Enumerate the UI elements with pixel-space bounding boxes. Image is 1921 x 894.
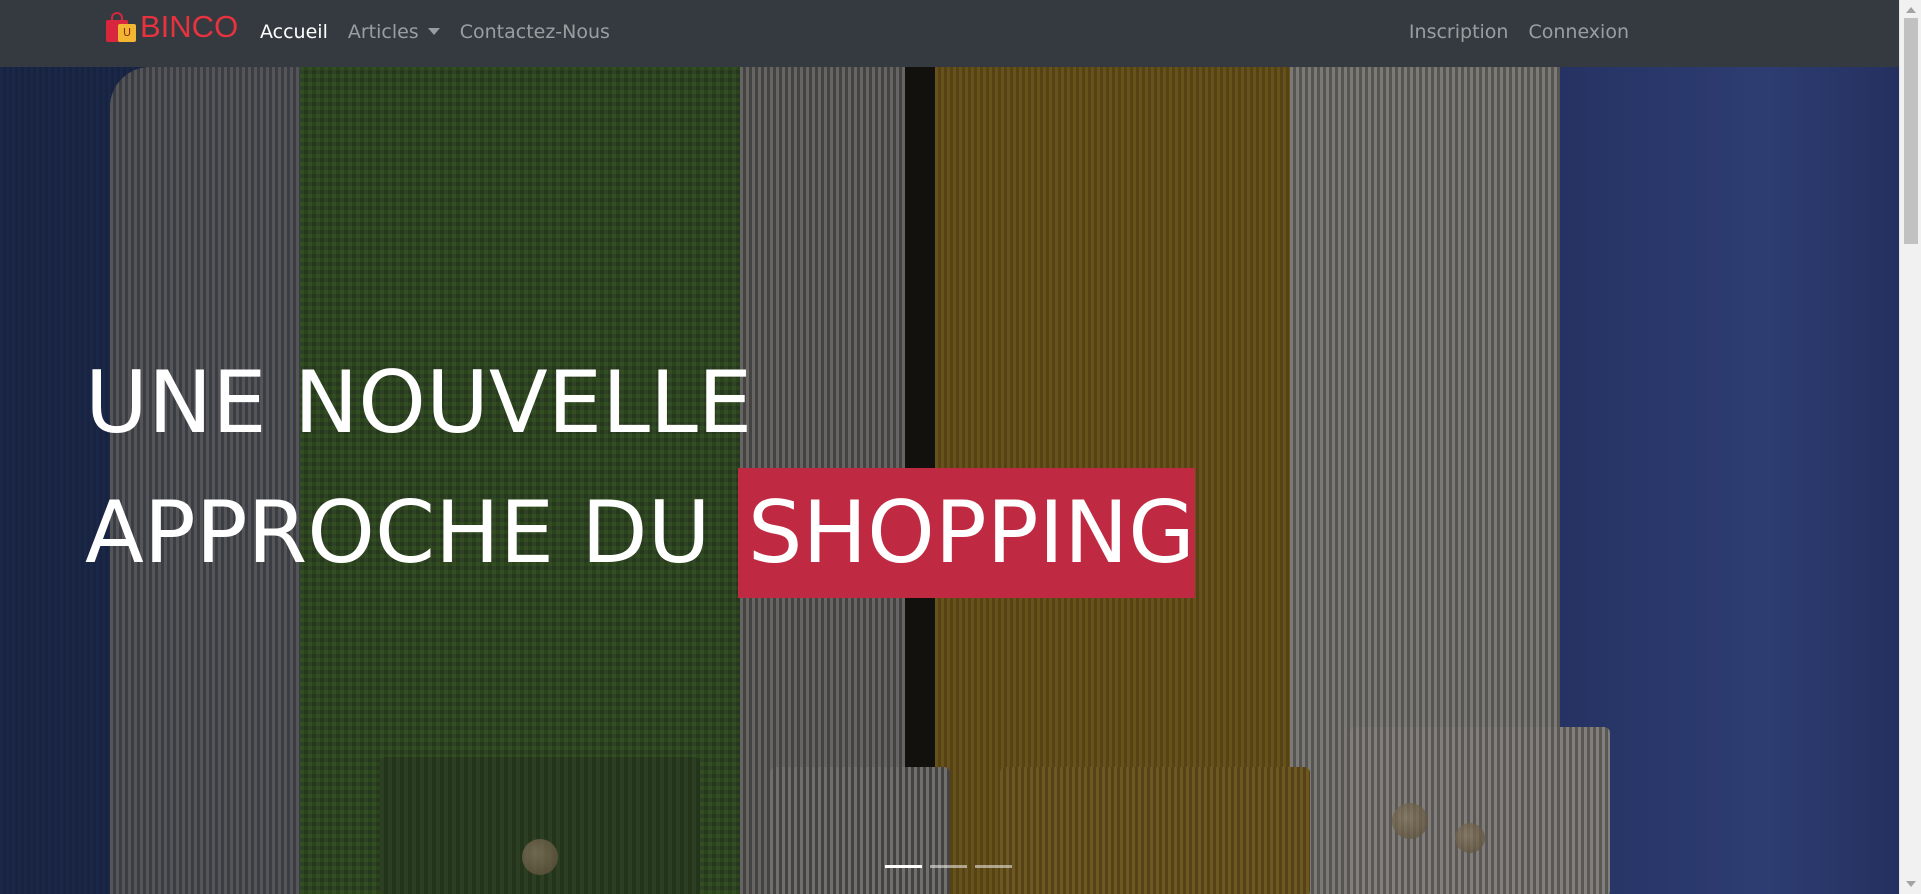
- scrollbar-thumb[interactable]: [1904, 18, 1918, 244]
- nav-link-inscription[interactable]: Inscription: [1399, 13, 1519, 51]
- hero-headline-line2-prefix: APPROCHE DU: [85, 483, 738, 583]
- page: U BINCO Accueil Articles Contactez-Nous …: [0, 0, 1921, 894]
- hero-headline: UNE NOUVELLE APPROCHE DU SHOPPING: [85, 338, 1195, 598]
- carousel-indicator-2[interactable]: [930, 865, 967, 868]
- nav-left-links: Accueil Articles Contactez-Nous: [250, 0, 620, 64]
- shopping-bag-icon: U: [104, 12, 138, 42]
- top-navbar: U BINCO Accueil Articles Contactez-Nous …: [0, 0, 1899, 67]
- brand-name: BINCO: [140, 9, 239, 44]
- scroll-down-arrow-icon[interactable]: [1906, 881, 1916, 887]
- nav-link-contact[interactable]: Contactez-Nous: [450, 13, 620, 51]
- brand-logo[interactable]: U BINCO: [104, 8, 238, 46]
- carousel-indicators: [885, 865, 1012, 868]
- hero-headline-highlight: SHOPPING: [737, 468, 1195, 598]
- nav-link-accueil[interactable]: Accueil: [250, 13, 338, 51]
- nav-dropdown-articles-label: Articles: [347, 21, 419, 43]
- caret-down-icon: [427, 27, 440, 35]
- hero-headline-line1: UNE NOUVELLE: [85, 353, 753, 453]
- bag-letter: U: [118, 24, 136, 42]
- scroll-up-arrow-icon[interactable]: [1906, 7, 1916, 13]
- carousel-indicator-1[interactable]: [885, 865, 922, 868]
- carousel-indicator-3[interactable]: [975, 865, 1012, 868]
- nav-link-connexion[interactable]: Connexion: [1518, 13, 1639, 51]
- nav-right-links: Inscription Connexion: [1399, 0, 1639, 64]
- nav-dropdown-articles[interactable]: Articles: [338, 13, 450, 51]
- vertical-scrollbar[interactable]: [1899, 0, 1921, 894]
- hero-carousel: UNE NOUVELLE APPROCHE DU SHOPPING: [0, 67, 1899, 894]
- hero-headline-line2: APPROCHE DU SHOPPING: [85, 468, 1195, 598]
